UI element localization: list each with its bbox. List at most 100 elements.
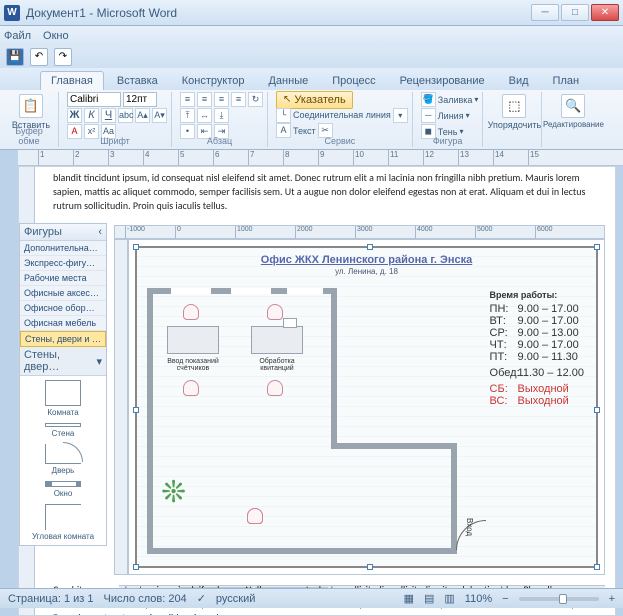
qat-save[interactable]: 💾 [6, 48, 24, 66]
pointer-button[interactable]: ↖ Указатель [276, 91, 353, 109]
find-icon: 🔍 [561, 94, 585, 118]
resize-handle-se[interactable] [594, 564, 600, 570]
strike-button[interactable]: abc [118, 108, 133, 123]
bold-button[interactable]: Ж [67, 108, 82, 123]
resize-handle-n[interactable] [367, 244, 373, 250]
zoom-in-button[interactable]: + [609, 593, 615, 605]
status-zoom[interactable]: 110% [465, 593, 492, 605]
shapes-cat-2[interactable]: Рабочие места [20, 271, 106, 286]
desk-1 [167, 326, 219, 354]
menu-file[interactable]: Файл [4, 30, 31, 42]
shadow-button[interactable]: Тень [438, 127, 458, 137]
resize-handle-sw[interactable] [133, 564, 139, 570]
menu-window[interactable]: Окно [43, 30, 69, 42]
paste-icon: 📋 [19, 94, 43, 118]
floorplan-title: Офис ЖКХ Ленинского района г. Энска [137, 254, 596, 266]
shapes-cat-5[interactable]: Офисная мебель [20, 316, 106, 331]
shapes-title: Фигуры [24, 226, 62, 238]
canvas-ruler-v [114, 239, 128, 575]
window-title: Документ1 - Microsoft Word [26, 6, 531, 20]
group-font: Шрифт [63, 136, 167, 146]
arrange-button[interactable]: ⬚ Упорядочить [491, 92, 537, 130]
stencil-dropdown-icon[interactable]: ▾ [96, 355, 102, 368]
shapes-cat-6[interactable]: Стены, двери и … [20, 331, 106, 347]
text-button[interactable]: Текст [293, 126, 316, 136]
fill-icon[interactable]: 🪣 [421, 92, 436, 107]
align-left-button[interactable]: ≡ [180, 92, 195, 107]
tab-process[interactable]: Процесс [321, 71, 386, 90]
italic-button[interactable]: К [84, 108, 99, 123]
align-top-button[interactable]: ⤒ [180, 108, 195, 123]
resize-handle-ne[interactable] [594, 244, 600, 250]
editing-button[interactable]: 🔍 Редактирование [550, 92, 596, 129]
align-right-button[interactable]: ≡ [214, 92, 229, 107]
visitor-chair-1 [183, 380, 199, 396]
view-read-icon[interactable]: ▤ [424, 592, 434, 605]
status-page[interactable]: Страница: 1 из 1 [8, 593, 94, 605]
stencil-room[interactable] [45, 380, 81, 406]
opening-hours: Время работы: ПН:9.00 – 17.00 ВТ:9.00 – … [490, 290, 584, 407]
paragraph-top: blandit tincidunt ipsum, id consequat ni… [35, 167, 615, 217]
zoom-out-button[interactable]: − [502, 593, 508, 605]
status-lang[interactable]: русский [216, 593, 255, 605]
tab-design[interactable]: Конструктор [171, 71, 256, 90]
resize-handle-s[interactable] [367, 564, 373, 570]
shapes-cat-3[interactable]: Офисные аксесс… [20, 286, 106, 301]
stencil-door[interactable] [45, 444, 81, 464]
qat-undo[interactable]: ↶ [30, 48, 48, 66]
view-print-icon[interactable]: ▦ [404, 592, 414, 605]
resize-handle-nw[interactable] [133, 244, 139, 250]
wait-chair [247, 508, 263, 524]
grow-font-button[interactable]: A▴ [135, 108, 150, 123]
tab-view[interactable]: Вид [498, 71, 540, 90]
align-middle-button[interactable]: ↔ [197, 108, 212, 123]
tab-insert[interactable]: Вставка [106, 71, 169, 90]
group-paragraph: Абзац [176, 136, 263, 146]
tab-plan[interactable]: План [542, 71, 591, 90]
entrance-label: Вход [465, 518, 474, 536]
drawing-canvas[interactable]: Офис ЖКХ Ленинского района г. Энска ул. … [128, 239, 605, 575]
shrink-font-button[interactable]: A▾ [152, 108, 167, 123]
font-size-select[interactable] [123, 92, 157, 107]
line-button[interactable]: Линия [438, 111, 464, 121]
desk-2 [251, 326, 303, 354]
align-justify-button[interactable]: ≡ [231, 92, 246, 107]
view-web-icon[interactable]: ▥ [444, 592, 454, 605]
shapes-cat-4[interactable]: Офисное обор… [20, 301, 106, 316]
close-button[interactable]: ✕ [591, 4, 619, 21]
shapes-collapse-icon[interactable]: ‹ [98, 226, 102, 238]
font-name-select[interactable] [67, 92, 121, 107]
fill-button[interactable]: Заливка [438, 95, 473, 105]
paste-button[interactable]: 📋 Вставить [8, 92, 54, 130]
line-icon[interactable]: ─ [421, 108, 436, 123]
floorplan-subtitle: ул. Ленина, д. 18 [137, 267, 596, 276]
qat-redo[interactable]: ↷ [54, 48, 72, 66]
orient-button[interactable]: ↻ [248, 92, 263, 107]
tab-data[interactable]: Данные [257, 71, 319, 90]
word-icon: W [4, 5, 20, 21]
status-words[interactable]: Число слов: 204 [104, 593, 187, 605]
resize-handle-w[interactable] [133, 407, 139, 413]
align-center-button[interactable]: ≡ [197, 92, 212, 107]
shapes-panel: Фигуры ‹ Дополнительна… Экспресс-фигу… Ра… [19, 223, 107, 546]
group-shape: Фигура [417, 136, 479, 146]
maximize-button[interactable]: □ [561, 4, 589, 21]
resize-handle-e[interactable] [594, 407, 600, 413]
group-clipboard: Буфер обме [4, 126, 54, 146]
stencil-wall[interactable] [45, 423, 81, 427]
connector-button[interactable]: Соединительная линия [293, 110, 391, 120]
underline-button[interactable]: Ч [101, 108, 116, 123]
tab-home[interactable]: Главная [40, 71, 104, 90]
connector-icon[interactable]: ╰ [276, 108, 291, 123]
tab-review[interactable]: Рецензирование [389, 71, 496, 90]
shapes-cat-1[interactable]: Экспресс-фигу… [20, 256, 106, 271]
zoom-slider[interactable] [519, 597, 599, 601]
visitor-chair-2 [267, 380, 283, 396]
minimize-button[interactable]: ─ [531, 4, 559, 21]
stencil-window[interactable] [45, 481, 81, 487]
shapes-cat-0[interactable]: Дополнительна… [20, 241, 106, 256]
stencil-corner-room[interactable] [45, 504, 81, 530]
align-bottom-button[interactable]: ⤓ [214, 108, 229, 123]
connector-dropdown[interactable]: ▾ [393, 108, 408, 123]
floorplan-rooms: Ввод показаний счётчиков Обработка квита… [147, 288, 486, 556]
